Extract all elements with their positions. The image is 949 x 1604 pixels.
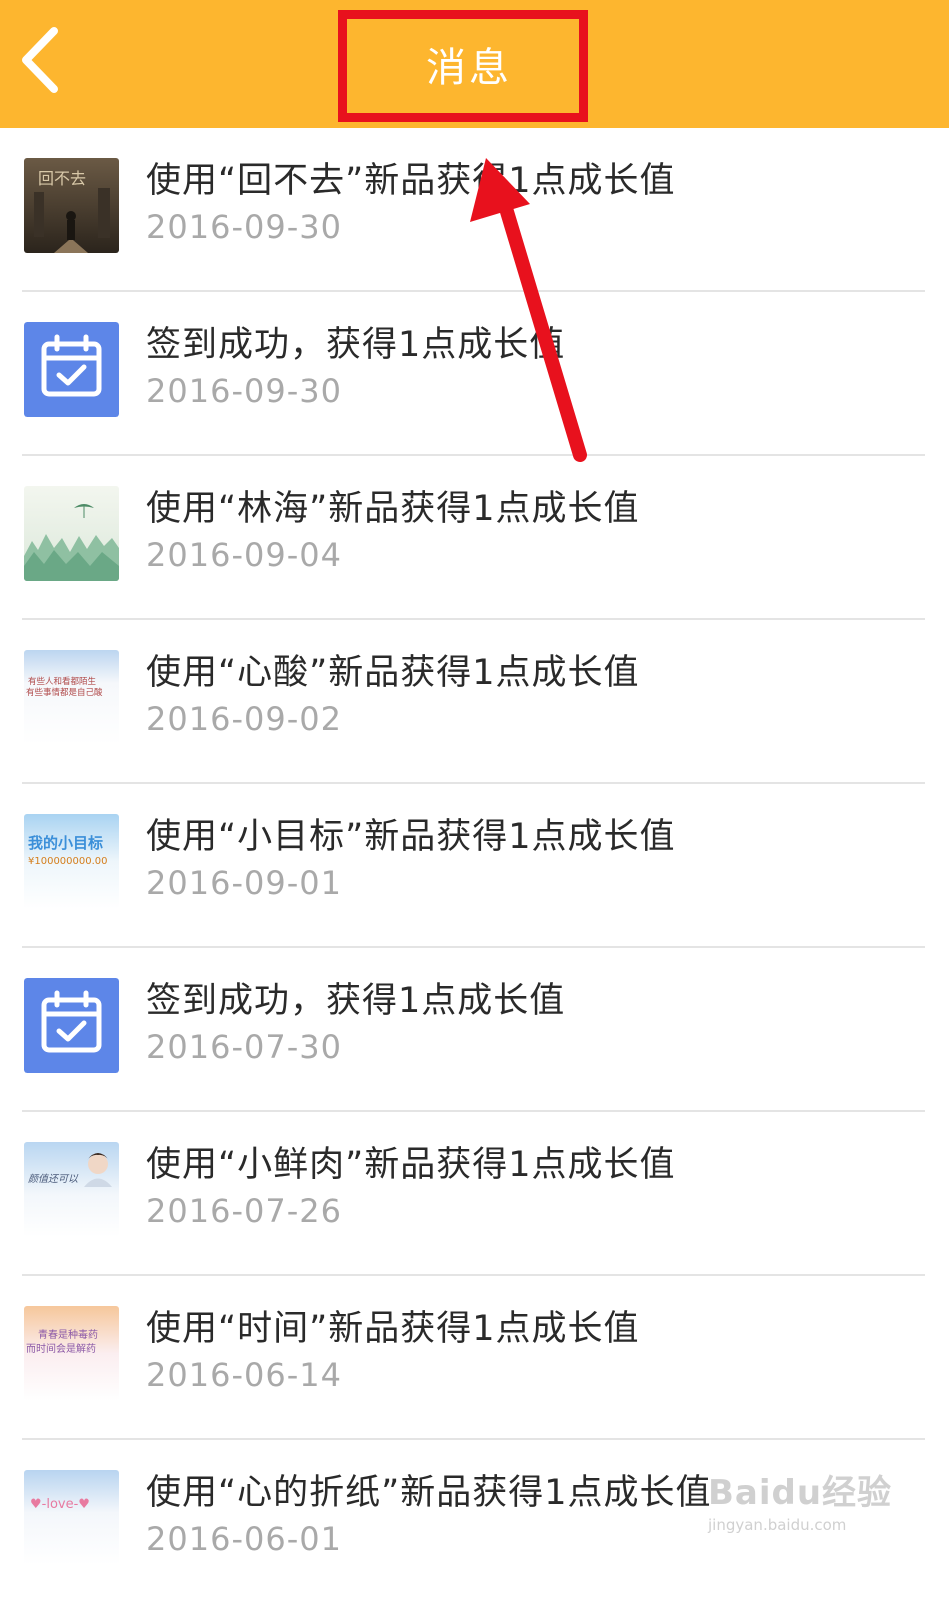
message-list: 回不去 使用“回不去”新品获得1点成长值 2016-09-30 签到成功，获得1…	[0, 128, 949, 1604]
message-text: 使用“林海”新品获得1点成长值	[146, 489, 640, 529]
message-text: 使用“回不去”新品获得1点成长值	[146, 161, 676, 201]
message-text: 签到成功，获得1点成长值	[146, 981, 566, 1021]
chevron-left-icon	[22, 27, 58, 93]
svg-text:我的小目标: 我的小目标	[28, 834, 103, 852]
message-date: 2016-09-04	[146, 536, 342, 574]
svg-text:回不去: 回不去	[38, 169, 86, 188]
message-text: 使用“心的折纸”新品获得1点成长值	[146, 1473, 712, 1513]
message-date: 2016-07-30	[146, 1028, 342, 1066]
text-card-thumbnail: 有些人和看都陌生 有些事情都是自己酸	[24, 650, 119, 745]
top-bar: 消息	[0, 0, 949, 128]
message-date: 2016-09-02	[146, 700, 342, 738]
svg-text:♥-love-♥: ♥-love-♥	[30, 1497, 90, 1512]
svg-text:¥100000000.00: ¥100000000.00	[28, 856, 108, 867]
message-item[interactable]: 青春是种毒药 而时间会是解药 使用“时间”新品获得1点成长值 2016-06-1…	[0, 1276, 949, 1440]
svg-text:而时间会是解药: 而时间会是解药	[26, 1342, 96, 1355]
message-item[interactable]: 签到成功，获得1点成长值 2016-07-30	[0, 948, 949, 1112]
message-text: 签到成功，获得1点成长值	[146, 325, 566, 365]
message-text: 使用“心酸”新品获得1点成长值	[146, 653, 640, 693]
calendar-check-icon	[24, 322, 119, 417]
dark-poster-thumbnail: 回不去	[24, 158, 119, 253]
love-card-thumbnail: ♥-love-♥	[24, 1470, 119, 1565]
pastel-text-thumbnail: 青春是种毒药 而时间会是解药	[24, 1306, 119, 1401]
message-item[interactable]: 回不去 使用“回不去”新品获得1点成长值 2016-09-30	[0, 128, 949, 292]
forest-paraglider-thumbnail	[24, 486, 119, 581]
message-item[interactable]: 我的小目标 ¥100000000.00 使用“小目标”新品获得1点成长值 201…	[0, 784, 949, 948]
message-item[interactable]: ♥-love-♥ 使用“心的折纸”新品获得1点成长值 2016-06-01	[0, 1440, 949, 1604]
message-item[interactable]: 有些人和看都陌生 有些事情都是自己酸 使用“心酸”新品获得1点成长值 2016-…	[0, 620, 949, 784]
message-text: 使用“时间”新品获得1点成长值	[146, 1309, 640, 1349]
message-item[interactable]: 签到成功，获得1点成长值 2016-09-30	[0, 292, 949, 456]
message-date: 2016-06-14	[146, 1356, 342, 1394]
calendar-check-icon	[24, 978, 119, 1073]
message-item[interactable]: 使用“林海”新品获得1点成长值 2016-09-04	[0, 456, 949, 620]
message-text: 使用“小鲜肉”新品获得1点成长值	[146, 1145, 676, 1185]
message-date: 2016-09-01	[146, 864, 342, 902]
goal-card-thumbnail: 我的小目标 ¥100000000.00	[24, 814, 119, 909]
page-title: 消息	[426, 45, 512, 91]
portrait-card-thumbnail: 颜值还可以	[24, 1142, 119, 1237]
svg-text:有些事情都是自己酸: 有些事情都是自己酸	[26, 687, 103, 698]
back-button[interactable]	[10, 20, 70, 100]
message-date: 2016-06-01	[146, 1520, 342, 1558]
message-text: 使用“小目标”新品获得1点成长值	[146, 817, 676, 857]
message-date: 2016-09-30	[146, 372, 342, 410]
message-item[interactable]: 颜值还可以 使用“小鲜肉”新品获得1点成长值 2016-07-26	[0, 1112, 949, 1276]
message-date: 2016-09-30	[146, 208, 342, 246]
svg-text:有些人和看都陌生: 有些人和看都陌生	[28, 676, 97, 687]
svg-text:颜值还可以: 颜值还可以	[28, 1173, 79, 1185]
message-date: 2016-07-26	[146, 1192, 342, 1230]
svg-text:青春是种毒药: 青春是种毒药	[38, 1328, 98, 1341]
